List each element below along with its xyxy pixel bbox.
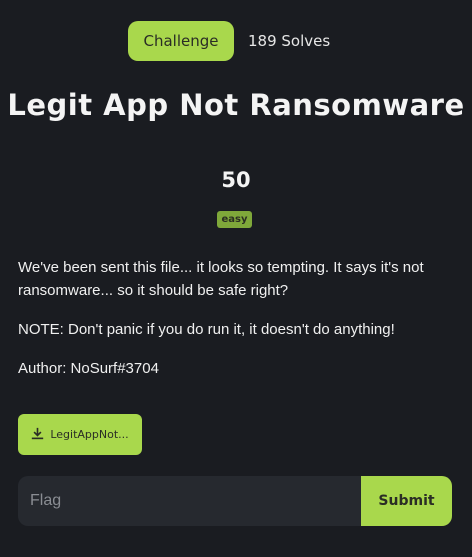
description-note: NOTE: Don't panic if you do run it, it d… [18,321,395,338]
difficulty-badge: easy [217,211,252,228]
submit-button[interactable]: Submit [361,476,452,526]
challenge-header: Challenge 189 Solves [128,21,330,61]
challenge-points: 50 [221,168,251,192]
description-author: Author: NoSurf#3704 [18,360,159,377]
challenge-description: We've been sent this file... it looks so… [18,256,458,396]
challenge-title: Legit App Not Ransomware [7,88,465,122]
flag-input[interactable] [18,476,361,526]
flag-form: Submit [18,476,452,526]
download-file-label: LegitAppNot... [50,428,129,441]
description-paragraph: We've been sent this file... it looks so… [18,259,424,299]
solves-tab[interactable]: 189 Solves [248,32,330,50]
download-file-button[interactable]: LegitAppNot... [18,414,142,455]
tab-challenge[interactable]: Challenge [128,21,234,61]
download-icon [31,427,44,443]
